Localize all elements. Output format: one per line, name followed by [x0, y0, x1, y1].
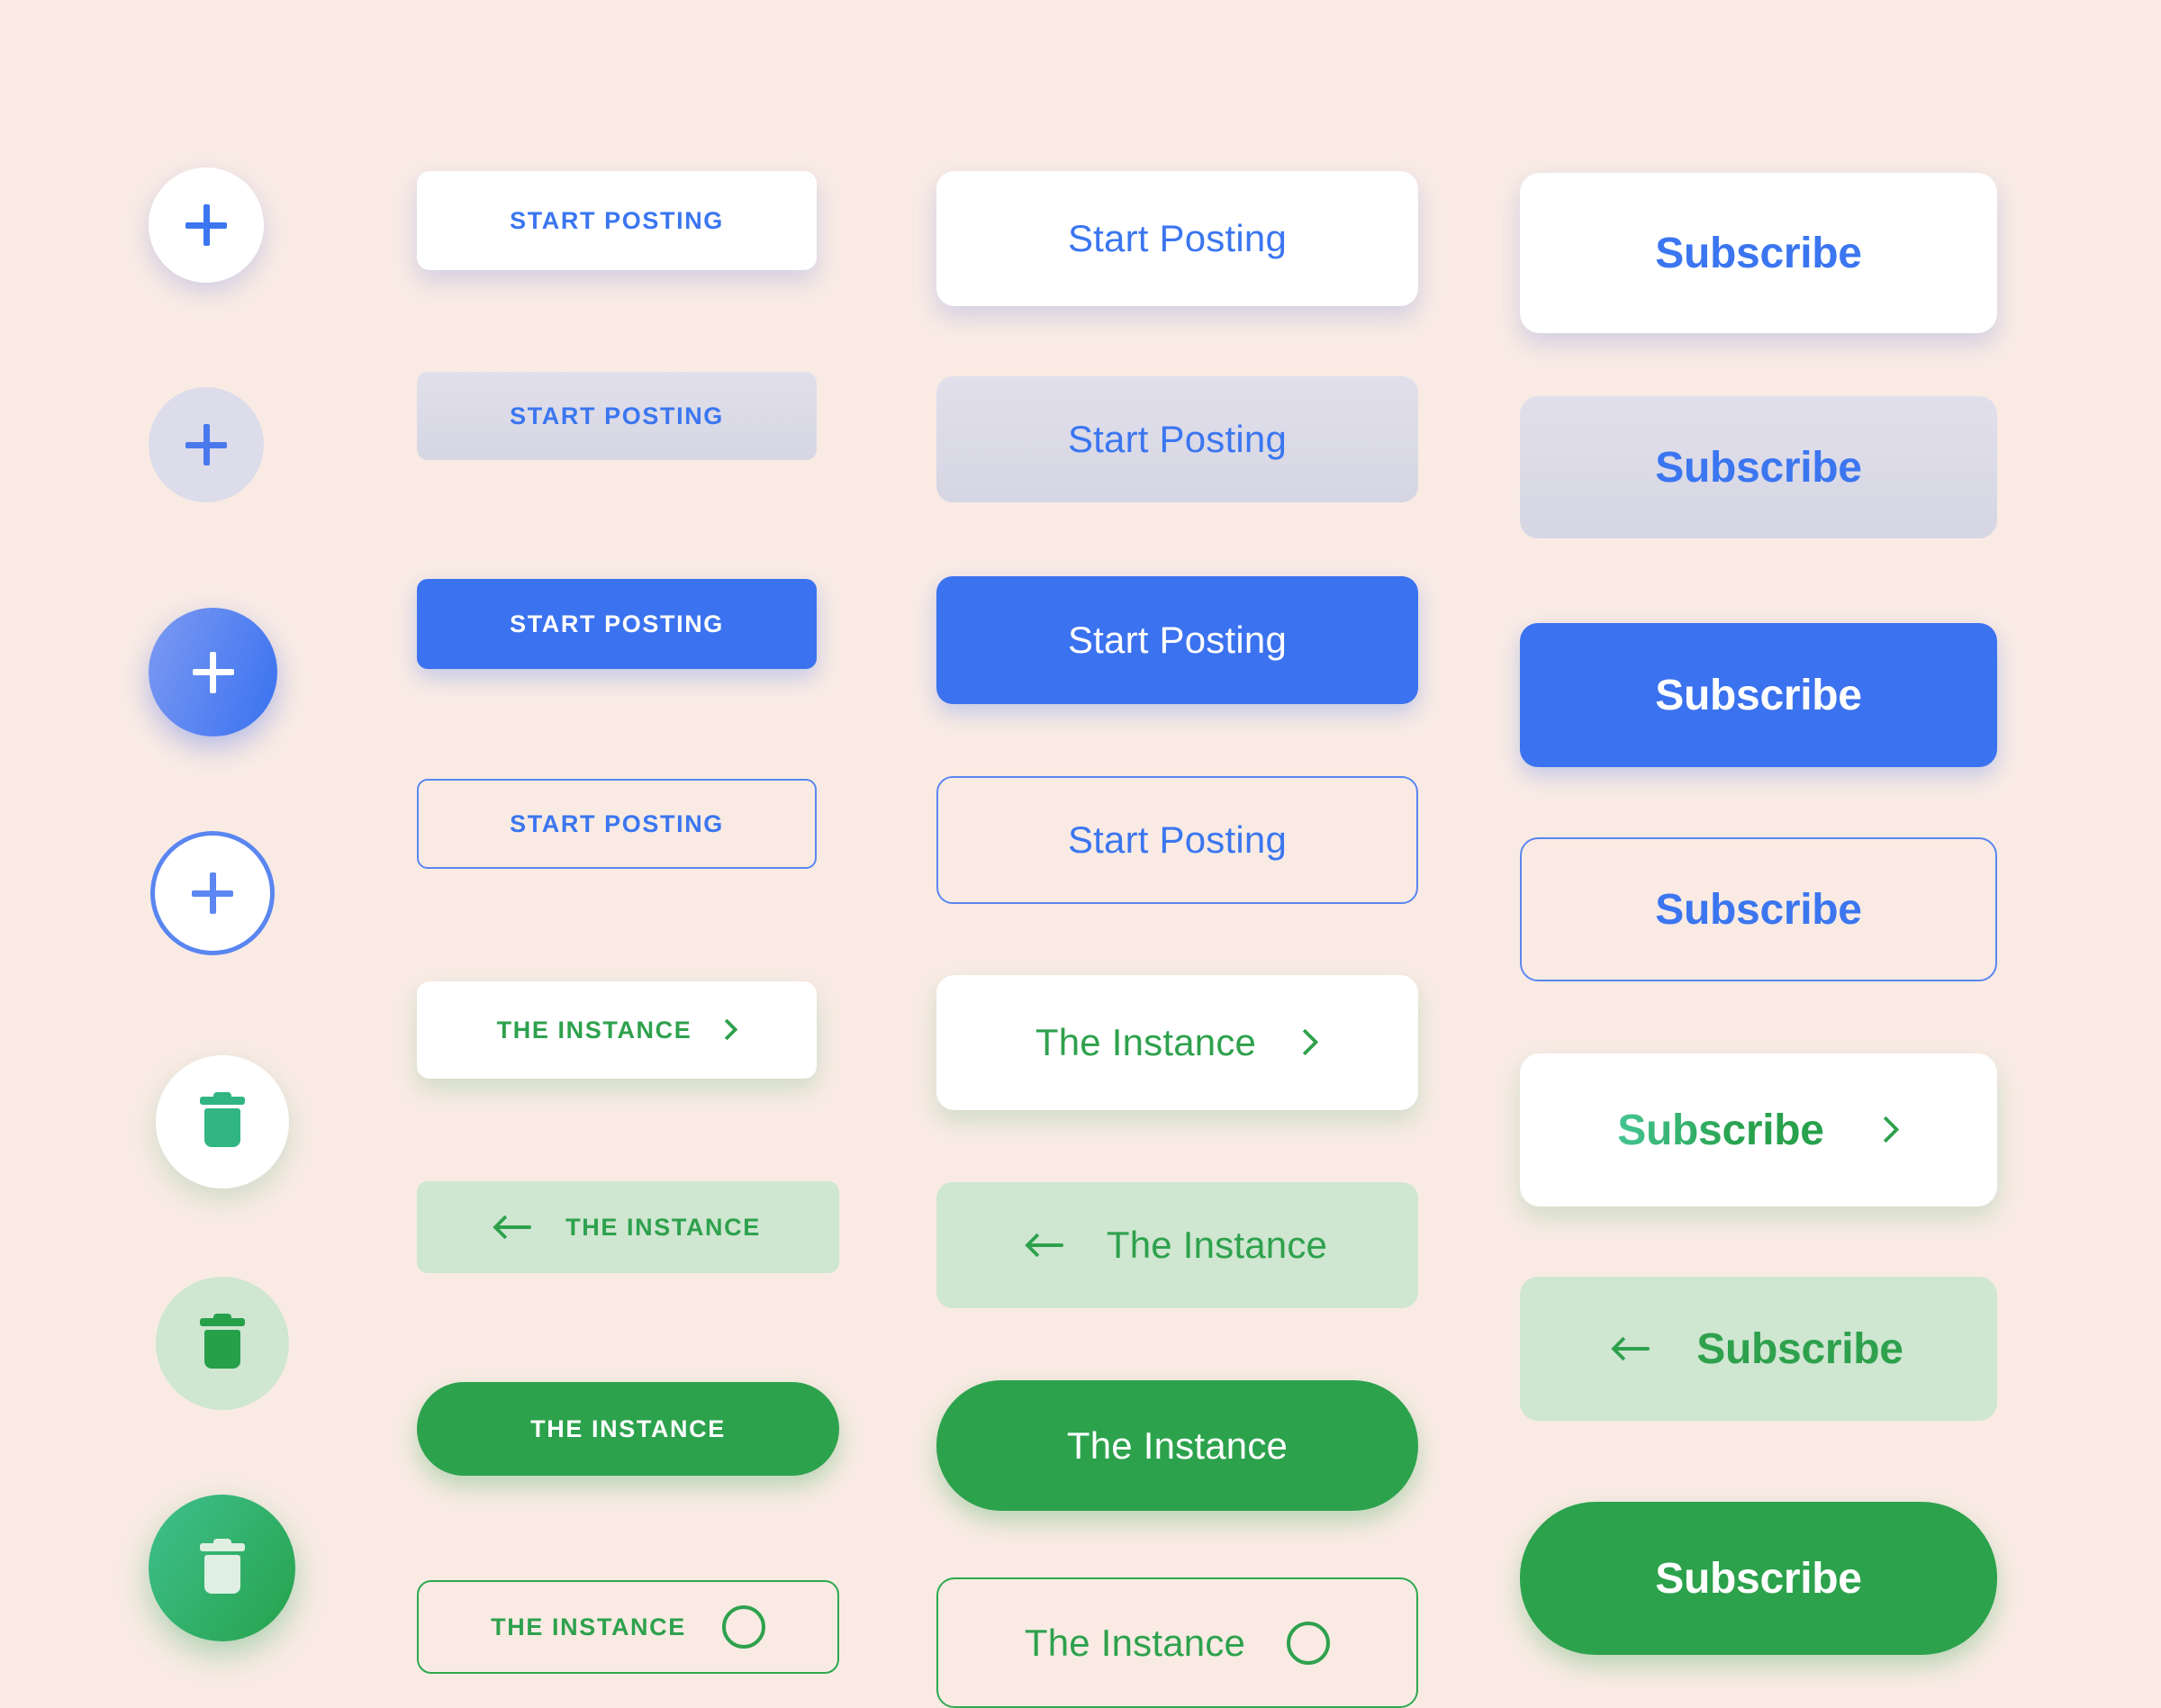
button-label: START POSTING: [510, 610, 724, 637]
start-posting-button-primary[interactable]: START POSTING: [417, 579, 817, 669]
button-label: START POSTING: [510, 809, 724, 837]
the-instance-button-outline[interactable]: THE INSTANCE: [417, 1580, 839, 1674]
button-label: Subscribe: [1696, 1324, 1903, 1373]
chevron-right-icon: [717, 1020, 737, 1040]
button-label: Start Posting: [1067, 818, 1288, 861]
button-label: THE INSTANCE: [565, 1213, 761, 1241]
button-label: START POSTING: [510, 206, 724, 234]
plus-icon: [185, 424, 227, 465]
button-label: Subscribe: [1655, 1554, 1862, 1603]
delete-button-white[interactable]: [156, 1055, 289, 1188]
the-instance-button-primary-lg[interactable]: The Instance: [936, 1380, 1418, 1511]
button-label: Start Posting: [1067, 217, 1288, 259]
button-label: The Instance: [1066, 1423, 1288, 1467]
subscribe-button-primary-green[interactable]: Subscribe: [1520, 1502, 1997, 1655]
start-posting-button-primary-lg[interactable]: Start Posting: [936, 576, 1418, 704]
plus-icon: [192, 872, 233, 914]
button-system-canvas: START POSTING START POSTING START POSTIN…: [0, 0, 2161, 1708]
button-label: Subscribe: [1655, 885, 1862, 934]
add-button-primary[interactable]: [149, 608, 277, 737]
subscribe-button-soft-green[interactable]: Subscribe: [1520, 1277, 1997, 1421]
button-label: Subscribe: [1655, 443, 1862, 492]
subscribe-button-white-green[interactable]: Subscribe: [1520, 1053, 1997, 1206]
start-posting-button-white[interactable]: START POSTING: [417, 171, 817, 270]
start-posting-button-muted-lg[interactable]: Start Posting: [936, 376, 1418, 502]
add-button-white[interactable]: [149, 167, 264, 283]
button-label: The Instance: [1106, 1224, 1328, 1266]
subscribe-button-primary[interactable]: Subscribe: [1520, 623, 1997, 767]
button-label: The Instance: [1024, 1621, 1246, 1664]
button-label: Subscribe: [1655, 671, 1862, 719]
delete-button-primary[interactable]: [149, 1495, 295, 1641]
button-label: START POSTING: [510, 402, 724, 429]
add-button-outline[interactable]: [155, 836, 270, 951]
start-posting-button-outline-lg[interactable]: Start Posting: [936, 776, 1418, 904]
circle-outline-icon: [1287, 1621, 1331, 1665]
the-instance-button-white[interactable]: THE INSTANCE: [417, 981, 817, 1079]
trash-icon: [199, 1538, 245, 1594]
subscribe-button-outline[interactable]: Subscribe: [1520, 837, 1997, 981]
button-label: Subscribe: [1617, 1106, 1824, 1154]
button-label: THE INSTANCE: [496, 1016, 692, 1044]
the-instance-button-soft-lg[interactable]: The Instance: [936, 1182, 1418, 1308]
trash-icon: [200, 1092, 245, 1147]
button-label: THE INSTANCE: [491, 1613, 686, 1640]
the-instance-button-outline-lg[interactable]: The Instance: [936, 1577, 1418, 1708]
circle-outline-icon: [721, 1605, 765, 1649]
plus-icon: [192, 651, 234, 693]
button-label: Start Posting: [1067, 418, 1288, 460]
the-instance-button-soft[interactable]: THE INSTANCE: [417, 1181, 839, 1273]
plus-icon: [185, 204, 227, 246]
trash-icon: [200, 1314, 245, 1369]
button-label: Subscribe: [1655, 229, 1862, 277]
subscribe-button-muted[interactable]: Subscribe: [1520, 396, 1997, 538]
arrow-left-icon: [495, 1217, 535, 1237]
the-instance-button-white-lg[interactable]: The Instance: [936, 975, 1418, 1110]
start-posting-button-white-lg[interactable]: Start Posting: [936, 171, 1418, 306]
arrow-left-icon: [1026, 1235, 1067, 1255]
delete-button-soft[interactable]: [156, 1277, 289, 1410]
start-posting-button-outline[interactable]: START POSTING: [417, 779, 817, 869]
button-label: The Instance: [1035, 1021, 1257, 1063]
chevron-right-icon: [1292, 1029, 1319, 1056]
arrow-left-icon: [1614, 1339, 1653, 1359]
button-label: THE INSTANCE: [530, 1414, 726, 1442]
chevron-right-icon: [1873, 1116, 1900, 1143]
start-posting-button-muted[interactable]: START POSTING: [417, 372, 817, 460]
button-label: Start Posting: [1067, 619, 1288, 661]
add-button-muted[interactable]: [149, 387, 264, 502]
the-instance-button-primary[interactable]: THE INSTANCE: [417, 1382, 839, 1476]
subscribe-button-white[interactable]: Subscribe: [1520, 173, 1997, 333]
